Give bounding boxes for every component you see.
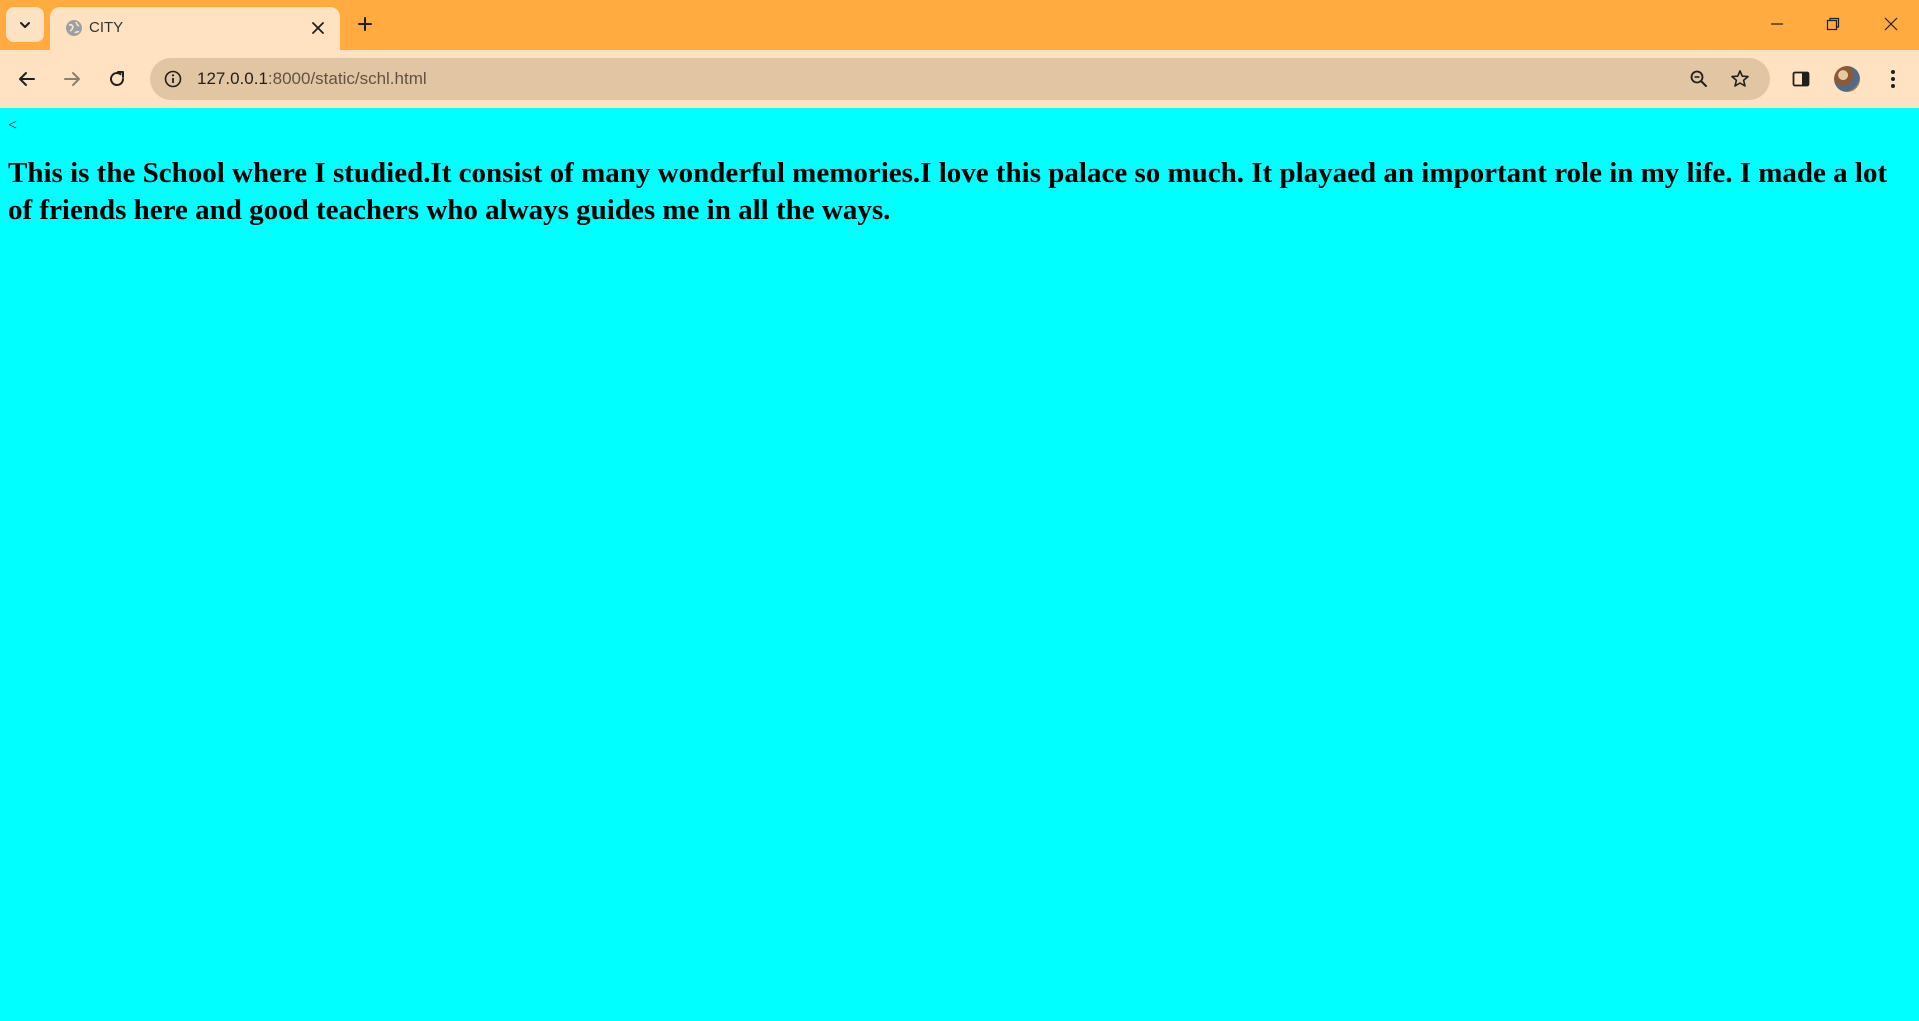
plus-icon [357,16,373,32]
arrow-left-icon [18,70,36,88]
site-info-button[interactable] [159,65,187,93]
close-window-icon [1884,17,1898,31]
reload-button[interactable] [100,62,134,96]
side-panel-button[interactable] [1784,62,1818,96]
toolbar: 127.0.0.1:8000/static/schl.html [0,50,1919,109]
tab-strip: CITY [0,0,1919,50]
tab-title: CITY [89,19,124,36]
restore-icon [1826,17,1840,31]
info-icon [164,70,182,88]
url-path: :8000/static/schl.html [267,69,427,88]
menu-button[interactable] [1876,62,1910,96]
back-button[interactable] [10,62,44,96]
arrow-right-icon [63,70,81,88]
zoom-button[interactable] [1685,65,1713,93]
restore-button[interactable] [1813,6,1853,42]
chevron-down-icon [18,18,32,32]
new-tab-button[interactable] [352,11,378,37]
globe-icon [64,18,84,38]
close-icon[interactable] [308,18,328,38]
close-window-button[interactable] [1871,6,1911,42]
zoom-out-icon [1689,69,1709,89]
browser-window: CITY 127.0.0.1:8000/static/schl.html < T… [0,0,1919,1021]
reload-icon [108,70,126,88]
address-bar[interactable]: 127.0.0.1:8000/static/schl.html [150,58,1770,100]
url-text[interactable]: 127.0.0.1:8000/static/schl.html [197,69,427,89]
more-vertical-icon [1890,69,1896,89]
page-heading: This is the School where I studied.It co… [8,157,1888,226]
bookmark-button[interactable] [1726,65,1754,93]
avatar [1834,66,1860,92]
profile-button[interactable] [1830,62,1864,96]
back-link[interactable]: < [8,117,17,135]
minimize-button[interactable] [1757,6,1797,42]
side-panel-icon [1791,69,1811,89]
tab-active[interactable]: CITY [50,7,340,50]
star-icon [1730,69,1750,89]
minimize-icon [1770,17,1784,31]
tab-search-button[interactable] [6,7,44,42]
page-content: < This is the School where I studied.It … [0,108,1919,1021]
forward-button[interactable] [55,62,89,96]
url-host: 127.0.0.1 [197,69,268,88]
